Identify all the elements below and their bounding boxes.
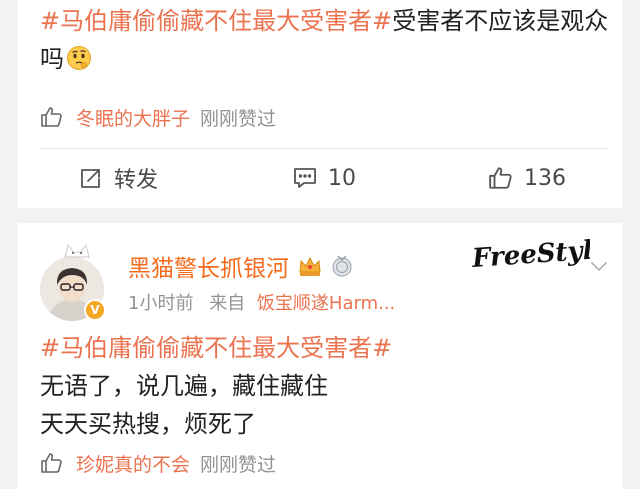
divider bbox=[40, 148, 608, 149]
cat-ears-decoration-icon bbox=[64, 243, 90, 258]
post-text: #马伯庸偷偷藏不住最大受害者#受害者不应该是观众吗 bbox=[40, 2, 610, 78]
freestyle-watermark-text: FreeStyle bbox=[470, 235, 590, 275]
comment-icon bbox=[294, 168, 316, 188]
post-time: 1小时前 bbox=[128, 293, 194, 314]
liked-by-username[interactable]: 珍妮真的不会 bbox=[76, 450, 190, 477]
post-card-1: #马伯庸偷偷藏不住最大受害者#受害者不应该是观众吗 冬眠的大胖子 刚刚赞过 转发 bbox=[18, 0, 622, 208]
freestyle-watermark: FreeStyle bbox=[470, 235, 590, 275]
username-text: 黑猫警长抓银河 bbox=[128, 256, 289, 282]
liked-by-username[interactable]: 冬眠的大胖子 bbox=[76, 104, 190, 131]
thumbs-up-icon bbox=[489, 167, 512, 189]
post-meta: 1小时前 来自 饭宝顺遂Harm... bbox=[128, 289, 395, 315]
crown-badge-icon bbox=[299, 256, 321, 276]
thumbs-up-icon bbox=[41, 453, 62, 473]
liked-by-suffix: 刚刚赞过 bbox=[200, 453, 277, 476]
source-link[interactable]: 饭宝顺遂Harm... bbox=[257, 293, 395, 314]
action-bar: 转发 10 136 bbox=[18, 158, 622, 198]
topic-link[interactable]: #马伯庸偷偷藏不住最大受害者# bbox=[40, 329, 610, 367]
thumbs-up-icon bbox=[41, 107, 62, 127]
thinking-face-icon bbox=[67, 46, 91, 70]
repost-button[interactable]: 转发 bbox=[78, 158, 158, 198]
chevron-down-icon[interactable] bbox=[588, 255, 610, 277]
username[interactable]: 黑猫警长抓银河 bbox=[128, 249, 353, 283]
liked-by-row: 珍妮真的不会 刚刚赞过 bbox=[40, 448, 276, 478]
from-label: 来自 bbox=[209, 293, 246, 314]
verified-badge-icon: V bbox=[84, 299, 106, 321]
medal-badge-icon bbox=[332, 255, 352, 277]
post-text-line-3: 天天买热搜，烦死了 bbox=[40, 410, 256, 438]
post-card-2: V 黑猫警长抓银河 1小时前 来自 饭宝顺遂Harm... FreeStyle … bbox=[18, 223, 622, 489]
repost-label: 转发 bbox=[114, 168, 159, 193]
avatar[interactable]: V bbox=[40, 243, 110, 321]
post-text: #马伯庸偷偷藏不住最大受害者# 无语了，说几遍，藏住藏住 天天买热搜，烦死了 bbox=[40, 329, 610, 443]
liked-by-suffix: 刚刚赞过 bbox=[200, 107, 277, 130]
post-text-line-2: 无语了，说几遍，藏住藏住 bbox=[40, 372, 328, 400]
like-count: 136 bbox=[524, 165, 566, 191]
comment-button[interactable]: 10 bbox=[292, 158, 356, 198]
repost-icon bbox=[81, 169, 100, 188]
comment-count: 10 bbox=[328, 165, 356, 191]
like-button[interactable]: 136 bbox=[488, 158, 566, 198]
liked-by-row: 冬眠的大胖子 刚刚赞过 bbox=[40, 102, 276, 132]
topic-link[interactable]: #马伯庸偷偷藏不住最大受害者# bbox=[40, 7, 392, 35]
